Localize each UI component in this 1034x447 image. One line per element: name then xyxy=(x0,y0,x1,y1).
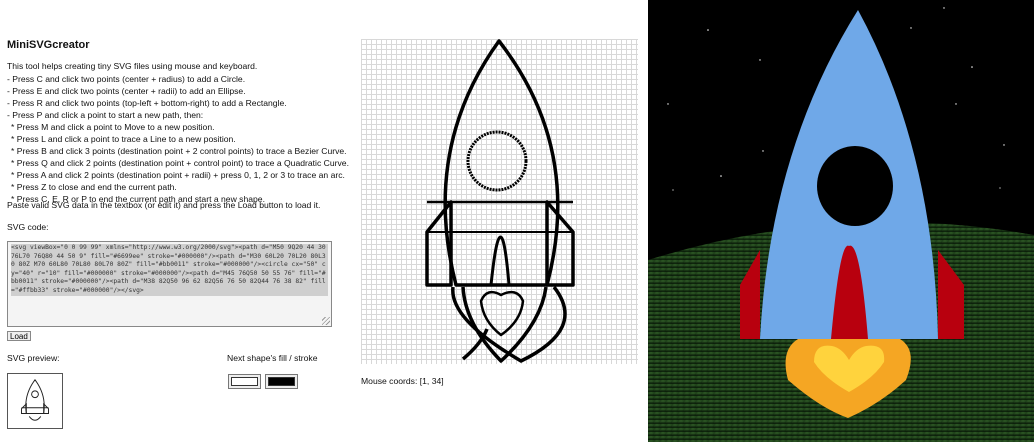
stroke-color-picker[interactable] xyxy=(265,374,298,389)
instruction-line: - Press R and click two points (top-left… xyxy=(7,98,287,108)
svg-code-label: SVG code: xyxy=(7,222,49,232)
instruction-line: * Press B and click 3 points (destinatio… xyxy=(11,146,347,156)
fill-color-picker[interactable] xyxy=(228,374,261,389)
svg-code-textarea[interactable]: <svg viewBox="0 0 99 99" xmlns="http://w… xyxy=(7,241,332,327)
resize-grip-icon[interactable] xyxy=(322,317,330,325)
rocket-render xyxy=(648,0,1034,442)
instruction-line: * Press M and click a point to Move to a… xyxy=(11,122,215,132)
rocket-preview-icon xyxy=(21,378,49,421)
drawing-canvas[interactable] xyxy=(361,39,638,364)
instruction-line: - Press P and click a point to start a n… xyxy=(7,110,204,120)
svg-preview xyxy=(7,373,63,429)
instructions-list: - Press C and click two points (center +… xyxy=(7,73,349,205)
load-button[interactable]: Load xyxy=(7,331,31,341)
paste-note: Paste valid SVG data in the textbox (or … xyxy=(7,200,321,210)
instruction-line: * Press L and click a point to trace a L… xyxy=(11,134,236,144)
fill-stroke-label: Next shape's fill / stroke xyxy=(227,353,318,363)
mouse-coords: Mouse coords: [1, 34] xyxy=(361,376,444,386)
rocket-outline-drawing xyxy=(425,39,575,363)
stroke-swatch xyxy=(268,377,295,386)
app-title: MiniSVGcreator xyxy=(7,39,90,51)
svg-code-text: <svg viewBox="0 0 99 99" xmlns="http://w… xyxy=(11,244,328,296)
editor-panel: MiniSVGcreator This tool helps creating … xyxy=(0,0,648,442)
instruction-line: * Press A and click 2 points (destinatio… xyxy=(11,170,345,180)
intro-text: This tool helps creating tiny SVG files … xyxy=(7,61,258,71)
instruction-line: * Press Z to close and end the current p… xyxy=(11,182,177,192)
svg-preview-label: SVG preview: xyxy=(7,353,60,363)
instruction-line: * Press Q and click 2 points (destinatio… xyxy=(11,158,349,168)
fill-swatch xyxy=(231,377,258,386)
instruction-line: - Press E and click two points (center +… xyxy=(7,86,246,96)
instruction-line: - Press C and click two points (center +… xyxy=(7,74,246,84)
rendered-output xyxy=(648,0,1034,442)
